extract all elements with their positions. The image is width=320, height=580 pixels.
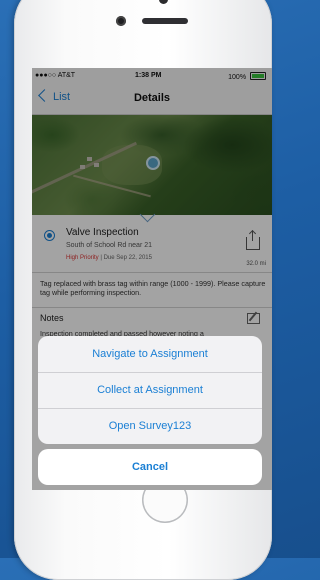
navigate-to-assignment-button[interactable]: Navigate to Assignment — [38, 336, 262, 372]
collect-at-assignment-button[interactable]: Collect at Assignment — [38, 372, 262, 408]
action-sheet: Navigate to Assignment Collect at Assign… — [38, 336, 262, 444]
front-camera — [116, 16, 126, 26]
screen: ●●●○○ AT&T 1:38 PM 100% List Details Val… — [32, 68, 272, 490]
sensor-dot — [159, 0, 168, 4]
open-survey123-button[interactable]: Open Survey123 — [38, 408, 262, 444]
earpiece-speaker — [142, 18, 188, 24]
cancel-button[interactable]: Cancel — [38, 449, 262, 485]
